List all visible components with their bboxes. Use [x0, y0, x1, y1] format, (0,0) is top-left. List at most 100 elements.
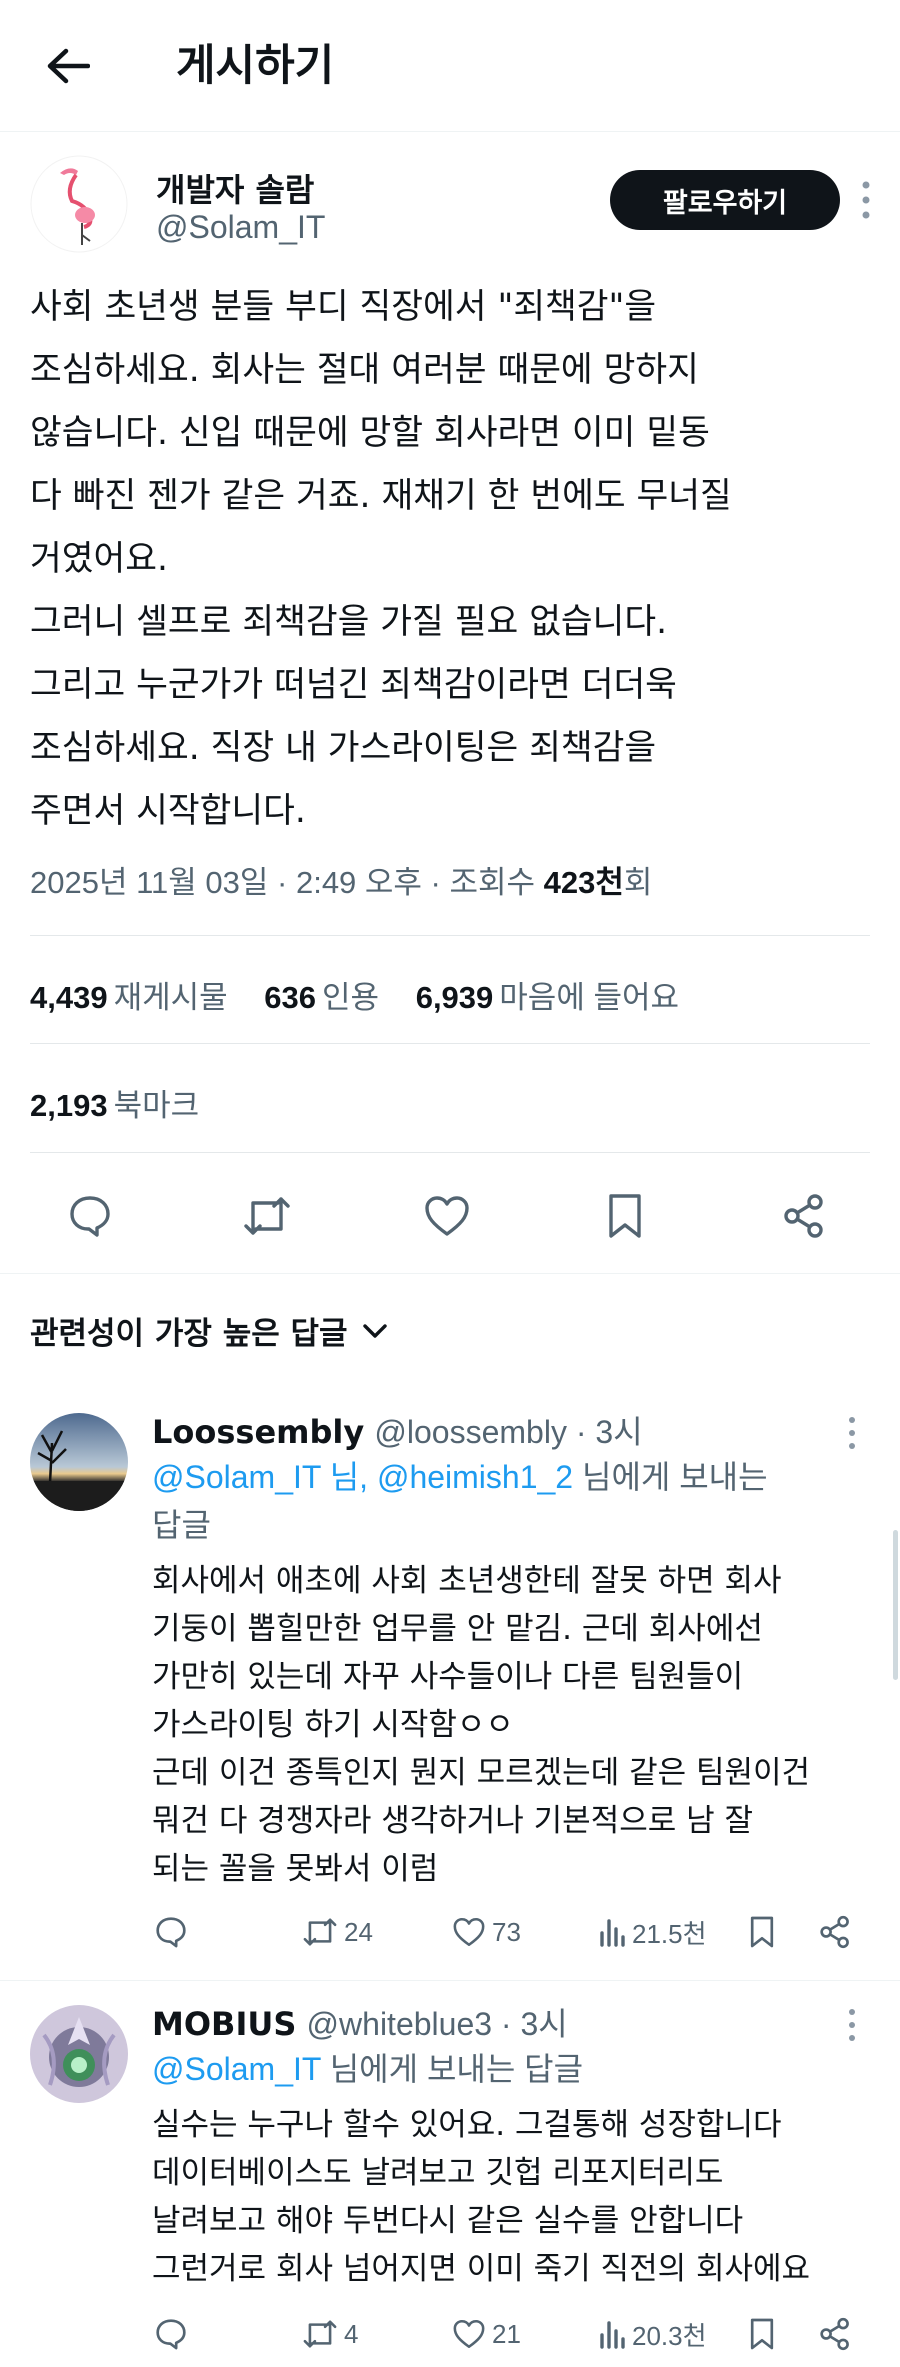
repost-icon [303, 2320, 337, 2348]
share-button[interactable] [776, 1188, 832, 1244]
repost-button[interactable] [239, 1188, 295, 1244]
reply-author-handle[interactable]: @loossembly · 3시 [374, 1414, 642, 1450]
reply-author-name[interactable]: MOBIUS [152, 2005, 296, 2043]
reply-bookmark-button[interactable] [748, 2309, 776, 2359]
sort-label: 관련성이 가장 높은 답글 [30, 1316, 348, 1352]
author-handle[interactable]: @Solam_IT [156, 209, 325, 246]
divider [0, 1980, 900, 1981]
reply-to-line: @Solam_IT 님에게 보내는 답글 [152, 2045, 852, 2093]
repost-stat[interactable]: 4,439 재게시물 [30, 980, 256, 1015]
reply-like-button[interactable]: 73 [452, 1907, 521, 1957]
reply-text: 회사에서 애초에 사회 초년생한테 잘못 하면 회사 기둥이 뽑힐만한 업무를 … [152, 1563, 811, 1887]
reply-avatar[interactable] [30, 1413, 128, 1511]
bookmark-label: 북마크 [113, 1088, 200, 1123]
top-bar: 게시하기 [0, 0, 900, 132]
post-text: 사회 초년생 분들 부디 직장에서 "죄책감"을 조심하세요. 회사는 절대 여… [30, 287, 732, 831]
more-options-icon[interactable] [842, 2005, 862, 2045]
repost-icon [303, 1918, 337, 1946]
repost-label: 재게시물 [113, 980, 228, 1015]
reply-to-line: @Solam_IT 님, @heimish1_2 님에게 보내는 답글 [152, 1453, 852, 1549]
like-button[interactable] [419, 1188, 475, 1244]
reply-view-count: 21.5천 [632, 1918, 707, 1949]
repost-icon [244, 1197, 290, 1235]
post-date: 2025년 11월 03일 · 2:49 오후 · 조회수 [30, 865, 544, 900]
follow-button[interactable]: 팔로우하기 [610, 170, 840, 230]
reply-author-handle[interactable]: @whiteblue3 · 3시 [307, 2006, 568, 2042]
flamingo-logo-icon [30, 155, 128, 253]
quote-label: 인용 [322, 980, 380, 1015]
reply-share-button[interactable] [818, 1907, 852, 1957]
share-icon [784, 1194, 823, 1238]
fantasy-art-avatar-icon [30, 2005, 128, 2103]
arrow-left-icon [47, 48, 90, 84]
reply-avatar[interactable] [30, 2005, 128, 2103]
reply-to-suffix: 님에게 보내는 [573, 1459, 768, 1495]
reply-share-button[interactable] [818, 2309, 852, 2359]
divider [30, 1152, 870, 1153]
like-count: 6,939 [415, 980, 494, 1015]
post-author: 개발자 솔람 @Solam_IT 팔로우하기 [30, 155, 870, 255]
bookmark-icon [750, 1916, 774, 1948]
more-options-icon[interactable] [842, 1413, 862, 1453]
reply-mentions[interactable]: @Solam_IT [152, 2051, 321, 2087]
views-chart-icon [600, 2321, 625, 2349]
post-actions [30, 1180, 870, 1250]
bookmark-stat[interactable]: 2,193 북마크 [30, 1080, 199, 1125]
landscape-avatar-icon [30, 1413, 128, 1511]
reply-actions: 24 73 21.5천 [152, 1907, 862, 1957]
repost-count: 4,439 [30, 980, 108, 1015]
quote-stat[interactable]: 636 인용 [264, 980, 407, 1015]
more-options-icon[interactable] [856, 175, 876, 225]
chevron-down-icon [362, 1323, 387, 1338]
reply-item[interactable]: MOBIUS @whiteblue3 · 3시 @Solam_IT 님에게 보내… [0, 1985, 900, 2367]
reply-header: Loossembly @loossembly · 3시 [152, 1407, 643, 1453]
view-count: 423천 [543, 865, 624, 900]
reply-repost-button[interactable]: 24 [302, 1907, 373, 1957]
reply-comment-button[interactable] [154, 2309, 188, 2359]
reply-header: MOBIUS @whiteblue3 · 3시 [152, 1999, 568, 2045]
reply-item[interactable]: Loossembly @loossembly · 3시 @Solam_IT 님,… [0, 1395, 900, 1975]
back-button[interactable] [40, 38, 96, 94]
quote-count: 636 [264, 980, 317, 1015]
comment-icon [156, 1917, 186, 1948]
reply-to-suffix: 님에게 보내는 답글 [320, 2051, 584, 2087]
reply-button[interactable] [62, 1188, 118, 1244]
post-meta: 2025년 11월 03일 · 2:49 오후 · 조회수 423천회 [30, 857, 652, 902]
heart-icon [453, 2319, 485, 2349]
reply-views-button[interactable]: 21.5천 [598, 1907, 707, 1957]
share-icon [820, 1915, 849, 1949]
reply-like-button[interactable]: 21 [452, 2309, 521, 2359]
comment-icon [70, 1196, 110, 1237]
scrollbar[interactable] [893, 1530, 898, 1680]
reply-text: 실수는 누구나 할수 있어요. 그걸통해 성장합니다 데이터베이스도 날려보고 … [152, 2107, 811, 2287]
views-chart-icon [600, 1919, 625, 1947]
like-stat[interactable]: 6,939 마음에 들어요 [416, 980, 707, 1015]
reply-view-count: 20.3천 [632, 2320, 707, 2351]
bookmark-button[interactable] [597, 1188, 653, 1244]
reply-views-button[interactable]: 20.3천 [598, 2309, 707, 2359]
reply-author-name[interactable]: Loossembly [152, 1413, 364, 1451]
heart-icon [453, 1917, 485, 1947]
like-label: 마음에 들어요 [499, 980, 680, 1015]
reply-comment-button[interactable] [154, 1907, 188, 1957]
post-stats: 4,439 재게시물 636 인용 6,939 마음에 들어요 [30, 972, 707, 1017]
divider [30, 935, 870, 936]
reply-like-count: 73 [492, 1916, 521, 1947]
divider [0, 1273, 900, 1274]
reply-repost-count: 4 [344, 2318, 359, 2349]
author-avatar[interactable] [30, 155, 128, 253]
reply-mentions[interactable]: @Solam_IT 님, @heimish1_2 [152, 1459, 573, 1495]
comment-icon [156, 2319, 186, 2350]
reply-repost-button[interactable]: 4 [302, 2309, 358, 2359]
reply-sort-dropdown[interactable]: 관련성이 가장 높은 답글 [30, 1308, 388, 1353]
bookmark-icon [609, 1194, 641, 1238]
reply-repost-count: 24 [344, 1916, 373, 1947]
view-suffix: 회 [623, 865, 653, 900]
reply-actions: 4 21 20.3천 [152, 2309, 862, 2359]
page-title: 게시하기 [176, 41, 335, 91]
reply-bookmark-button[interactable] [748, 1907, 776, 1957]
divider [30, 1043, 870, 1044]
author-name[interactable]: 개발자 솔람 [156, 165, 314, 211]
reply-like-count: 21 [492, 2318, 521, 2349]
share-icon [820, 2317, 849, 2351]
